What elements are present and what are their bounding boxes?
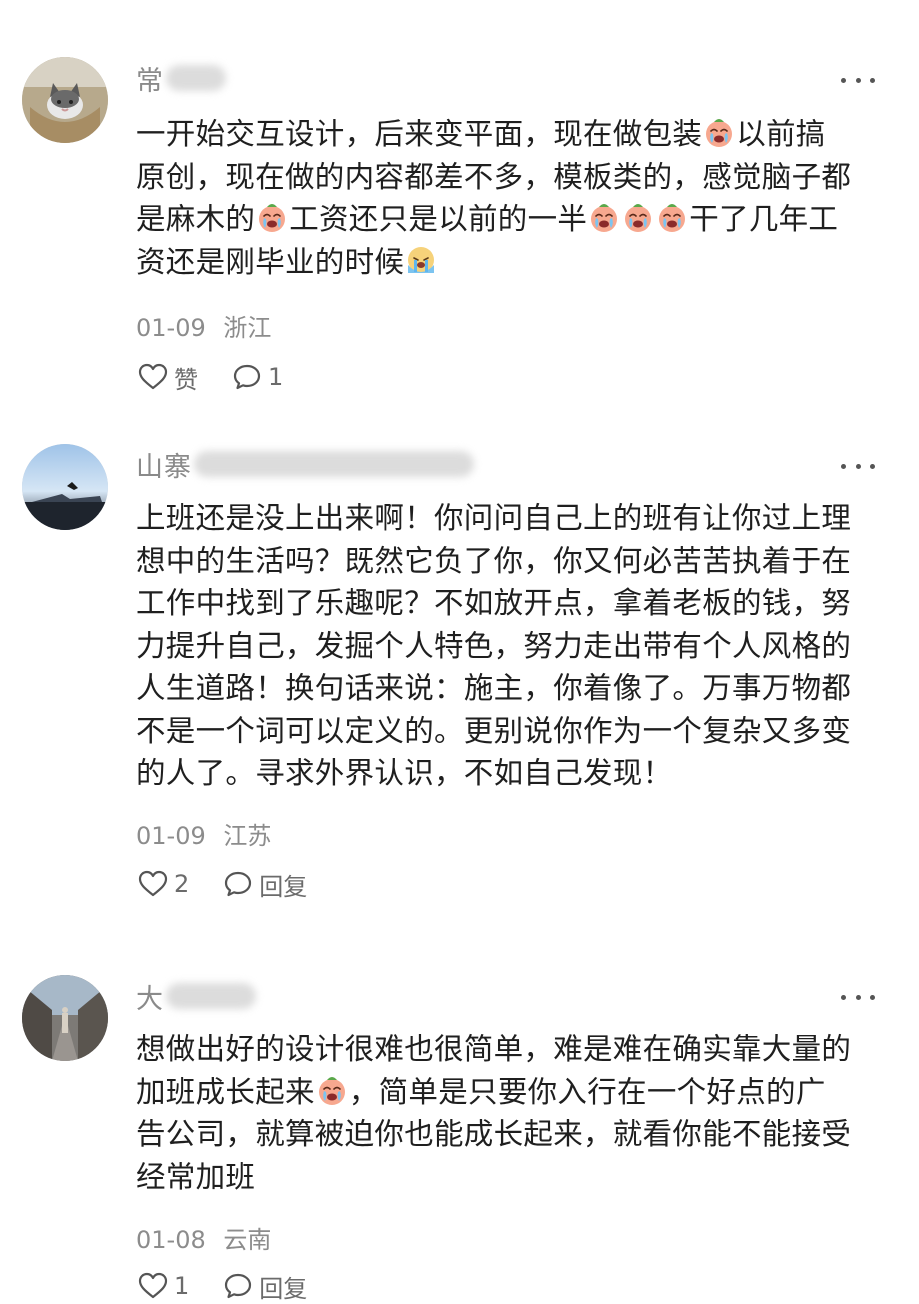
avatar[interactable] [22, 57, 108, 143]
comment-text-line: 人生道路！换句话来说：施主，你着像了。万事万物都 [136, 667, 896, 710]
comment-text-line: 原创，现在做的内容都差不多，模板类的，感觉脑子都 [136, 156, 896, 199]
avatar[interactable] [22, 444, 108, 530]
username-redaction [194, 451, 474, 477]
reply-button[interactable]: 回复 [223, 867, 307, 902]
comment-text-line: 想中的生活吗？既然它负了你，你又何必苦苦执着于在 [136, 540, 896, 583]
comment-bubble-icon [225, 871, 252, 897]
comment-text-segment: 经常加班 [136, 1159, 256, 1194]
comment-text: 一开始交互设计，后来变平面，现在做包装 以前搞 原创，现在做的内容都差不多，模板类的… [136, 113, 896, 283]
comment-location: 江苏 [223, 822, 272, 850]
username-redaction [166, 983, 256, 1009]
comment-text-segment: 想中的生活吗？既然它负了你，你又何必苦苦执着于在 [136, 543, 852, 578]
more-options-button[interactable] [841, 456, 875, 476]
comment-text-line: 不是一个词可以定义的。更别说你作为一个复杂又多变 [136, 710, 896, 753]
reply-label: 回复 [259, 1274, 308, 1303]
comment-bubble-icon [225, 1273, 252, 1299]
like-label: 1 [174, 1272, 190, 1300]
crying-face-emoji-icon [703, 117, 735, 149]
comment-text-line: 资还是刚毕业的时候 [136, 241, 896, 284]
reply-label: 回复 [259, 872, 308, 901]
comment-bubble-icon [233, 364, 261, 390]
crying-face-emoji-icon [656, 202, 688, 234]
like-label: 2 [174, 870, 190, 898]
comment-text-segment: 以前搞 [736, 117, 826, 151]
heart-icon [138, 1272, 168, 1299]
comment-text-segment: 的人了。寻求外界认识，不如自己发现！ [136, 756, 673, 790]
username[interactable]: 山寨 [136, 445, 192, 484]
comment-text-line: 一开始交互设计，后来变平面，现在做包装 以前搞 [136, 113, 896, 156]
like-button[interactable]: 2 [138, 870, 189, 898]
comment-text-segment: 不是一个词可以定义的。更别说你作为一个复杂又多变 [136, 713, 852, 748]
comment-text-segment: 力提升自己，发掘个人特色，努力走出带有个人风格的 [136, 628, 852, 663]
comment-text-segment: 告公司，就算被迫你也能成长起来，就看你能不能接受 [136, 1117, 852, 1151]
comment-text-segment: 工作中找到了乐趣呢？不如放开点，拿着老板的钱，努 [136, 586, 852, 620]
avatar[interactable] [22, 975, 108, 1061]
comment-text-line: 经常加班 [136, 1156, 896, 1199]
heart-icon [138, 363, 168, 390]
crying-face-emoji-icon [316, 1075, 348, 1107]
username[interactable]: 常 [136, 59, 164, 98]
comment-text-line: 加班成长起来 ，简单是只要你入行在一个好点的广 [136, 1071, 896, 1114]
reply-button[interactable]: 1 [232, 363, 283, 391]
comment-text-segment: 人生道路！换句话来说：施主，你着像了。万事万物都 [136, 671, 852, 705]
landscape-avatar-icon [22, 444, 108, 530]
crying-face-emoji-icon [588, 202, 620, 234]
comment-location: 浙江 [223, 314, 272, 342]
comment-text-segment: 工资还只是以前的一半 [289, 202, 588, 236]
cat-avatar-icon [22, 57, 108, 143]
like-button[interactable]: 1 [138, 1272, 189, 1300]
comment-text-segment: 是麻木的 [136, 202, 256, 236]
reply-button[interactable]: 回复 [223, 1269, 307, 1304]
heart-icon [138, 870, 168, 897]
comment-meta: 01-08 云南 [136, 1220, 271, 1255]
comment-text-line: 告公司，就算被迫你也能成长起来，就看你能不能接受 [136, 1113, 896, 1156]
username-redaction [166, 65, 226, 91]
comment-date: 01-09 [136, 822, 206, 850]
comment-text-segment: 干了几年工 [689, 202, 839, 236]
comment-location: 云南 [223, 1226, 272, 1254]
comment-text-line: 想做出好的设计很难也很简单，难是难在确实靠大量的 [136, 1028, 896, 1071]
comment-date: 01-08 [136, 1226, 206, 1254]
comment-text-line: 力提升自己，发掘个人特色，努力走出带有个人风格的 [136, 625, 896, 668]
comment-text-segment: 原创，现在做的内容都差不多，模板类的，感觉脑子都 [136, 159, 852, 194]
like-button[interactable]: 赞 [138, 360, 198, 395]
reply-label: 1 [268, 363, 284, 391]
more-options-button[interactable] [841, 987, 875, 1007]
comment-date: 01-09 [136, 314, 206, 342]
like-label: 赞 [174, 365, 198, 394]
comment-text-line: 是麻木的 工资还只是以前的一半 干了几年工 [136, 198, 896, 241]
comment-text-segment: 加班成长起来 [136, 1074, 315, 1109]
crying-blue-face-emoji-icon [405, 245, 437, 277]
comment-text-segment: 想做出好的设计很难也很简单，难是难在确实靠大量的 [136, 1032, 852, 1066]
comment-meta: 01-09 江苏 [136, 816, 271, 851]
username[interactable]: 大 [136, 977, 164, 1016]
street-avatar-icon [22, 975, 108, 1061]
comment-text-line: 的人了。寻求外界认识，不如自己发现！ [136, 752, 896, 795]
comment-text-segment: 资还是刚毕业的时候 [136, 244, 405, 279]
comment-text: 想做出好的设计很难也很简单，难是难在确实靠大量的 加班成长起来 ，简单是只要你入行在… [136, 1028, 896, 1198]
crying-face-emoji-icon [256, 202, 288, 234]
comment-text-line: 上班还是没上出来啊！你问问自己上的班有让你过上理 [136, 497, 896, 540]
comment-text-segment: ，简单是只要你入行在一个好点的广 [348, 1074, 826, 1109]
comment-text: 上班还是没上出来啊！你问问自己上的班有让你过上理 想中的生活吗？既然它负了你，你又… [136, 497, 896, 795]
comment-text-segment: 一开始交互设计，后来变平面，现在做包装 [136, 117, 703, 151]
comment-meta: 01-09 浙江 [136, 308, 271, 343]
comment-text-line: 工作中找到了乐趣呢？不如放开点，拿着老板的钱，努 [136, 582, 896, 625]
more-options-button[interactable] [841, 70, 875, 90]
comment-text-segment: 上班还是没上出来啊！你问问自己上的班有让你过上理 [136, 501, 852, 535]
crying-face-emoji-icon [622, 202, 654, 234]
